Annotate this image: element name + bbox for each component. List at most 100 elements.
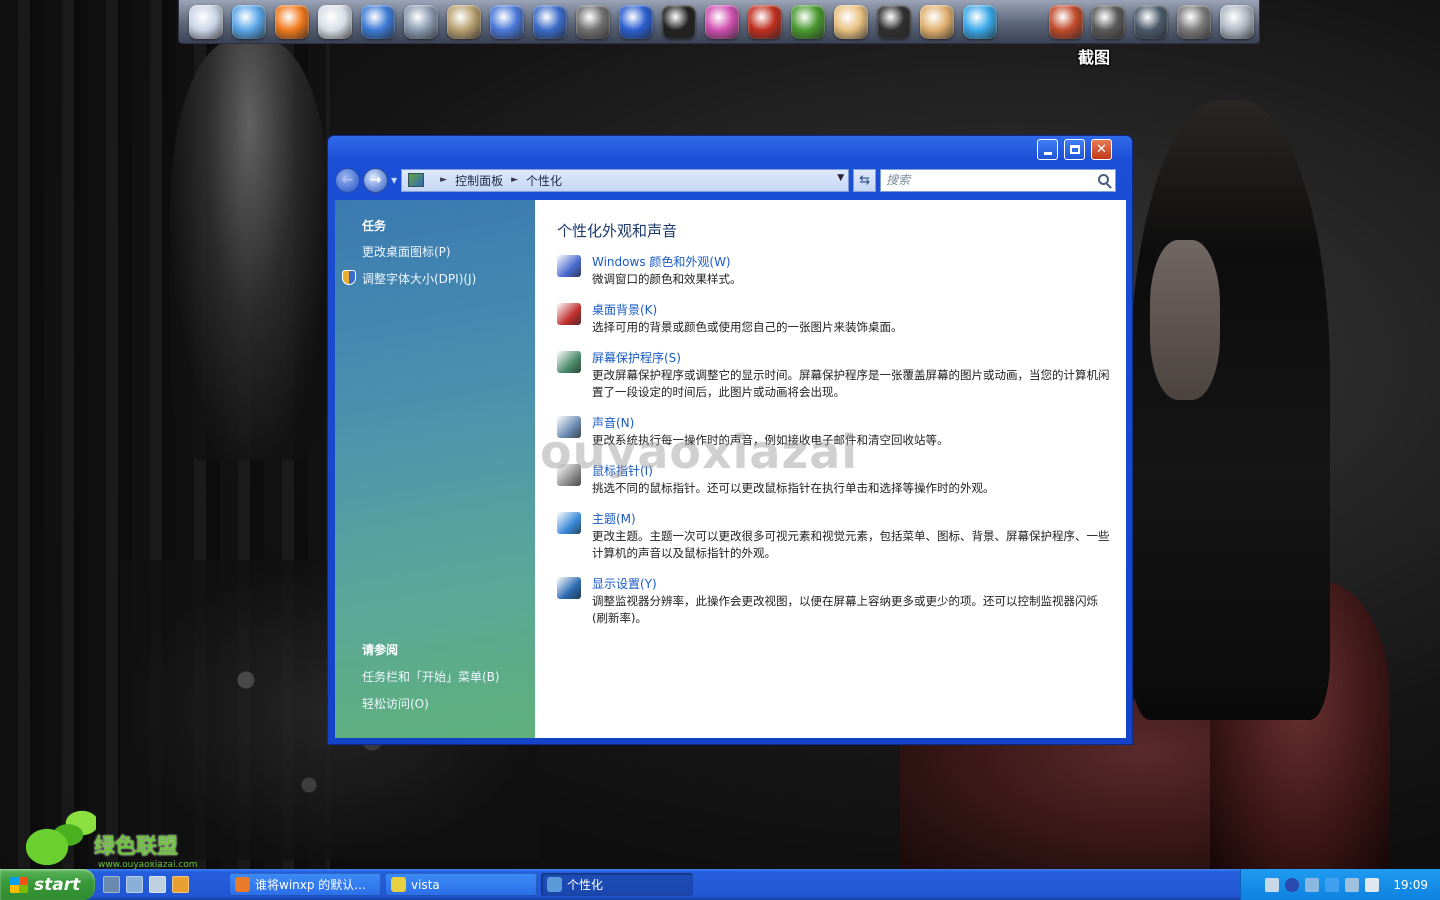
- task-label: 个性化: [567, 878, 604, 892]
- graph-icon: [747, 4, 782, 39]
- adjust-font-size-link[interactable]: 调整字体大小(DPI)(J): [362, 270, 476, 287]
- microphone-icon: [318, 4, 353, 39]
- dock-item[interactable]: [271, 2, 314, 42]
- item-link[interactable]: 显示设置(Y): [592, 575, 1126, 593]
- quick-launch-window-icon[interactable]: [149, 876, 166, 893]
- task-app-icon: [391, 877, 406, 892]
- wallpaper-figure-right: [1130, 100, 1330, 720]
- address-dropdown-icon[interactable]: ▼: [837, 173, 844, 183]
- dock-item[interactable]: [228, 2, 271, 42]
- recent-pages-dropdown-icon[interactable]: ▼: [391, 176, 397, 185]
- volume-icon[interactable]: [1365, 877, 1380, 892]
- item-icon[interactable]: [557, 255, 581, 277]
- item-link[interactable]: 桌面背景(K): [592, 301, 1126, 319]
- close-button[interactable]: ✕: [1091, 139, 1112, 160]
- close-icon: ✕: [1096, 142, 1107, 157]
- books-icon: [447, 4, 482, 39]
- dock-item[interactable]: [1130, 2, 1173, 42]
- dock-item[interactable]: [1173, 2, 1216, 42]
- dock-item[interactable]: [1087, 2, 1130, 42]
- minimize-button[interactable]: [1037, 139, 1058, 160]
- dock-item[interactable]: [486, 2, 529, 42]
- dock-item[interactable]: [1216, 2, 1259, 42]
- item-link[interactable]: 声音(N): [592, 414, 1126, 432]
- quick-launch-app-icon[interactable]: [172, 876, 189, 893]
- back-button[interactable]: ←: [335, 167, 360, 193]
- ease-of-access-link[interactable]: 轻松访问(O): [362, 695, 429, 712]
- control-panel-icon: [408, 173, 425, 187]
- address-bar[interactable]: ► 控制面板 ► 个性化 ▼: [401, 168, 850, 192]
- item-icon[interactable]: [557, 512, 581, 534]
- refresh-button[interactable]: ⇆: [853, 168, 877, 192]
- dock-item[interactable]: [786, 2, 829, 42]
- task-pane: 任务 更改桌面图标(P) 调整字体大小(DPI)(J) 请参阅 任务栏和「开始」…: [335, 200, 535, 738]
- keyboard-icon[interactable]: [1265, 877, 1280, 892]
- item-icon[interactable]: [557, 351, 581, 373]
- window-controls: ✕: [1037, 139, 1112, 160]
- dock-item[interactable]: [357, 2, 400, 42]
- wallpaper-figure-shoulder: [1150, 240, 1220, 400]
- dock-item[interactable]: [915, 2, 958, 42]
- arrow-left-icon: ←: [341, 172, 354, 188]
- dock-item[interactable]: [185, 2, 228, 42]
- taskbar-button[interactable]: 个性化: [541, 873, 693, 896]
- personalization-item: 桌面背景(K) 选择可用的背景或颜色或使用您自己的一张图片来装饰桌面。: [557, 301, 1126, 336]
- breadcrumb-separator-icon[interactable]: ►: [511, 175, 518, 185]
- quick-launch-desktop-icon[interactable]: [103, 876, 120, 893]
- quick-launch-monitor-icon[interactable]: [126, 876, 143, 893]
- dock-item[interactable]: [872, 2, 915, 42]
- dock-item[interactable]: [1044, 2, 1087, 42]
- breadcrumb-personalization[interactable]: 个性化: [526, 172, 562, 189]
- taskbar-button[interactable]: 谁将winxp 的默认...: [229, 873, 381, 896]
- bluetooth-tray-icon[interactable]: [1325, 877, 1340, 892]
- dock-item[interactable]: [958, 2, 1001, 42]
- start-button[interactable]: start: [0, 869, 95, 900]
- taskbar-button[interactable]: vista: [385, 873, 537, 896]
- taskbar: start 谁将winxp 的默认... vista 个性化 19:09: [0, 869, 1440, 900]
- finder-icon: [189, 4, 224, 39]
- diamond-icon: [962, 4, 997, 39]
- clock[interactable]: 19:09: [1393, 878, 1428, 892]
- dock-item[interactable]: [1001, 2, 1044, 42]
- item-icon[interactable]: [557, 577, 581, 599]
- dock-item[interactable]: [314, 2, 357, 42]
- item-icon[interactable]: [557, 464, 581, 486]
- item-link[interactable]: 屏幕保护程序(S): [592, 349, 1126, 367]
- taskbar-start-menu-link[interactable]: 任务栏和「开始」菜单(B): [362, 668, 500, 685]
- personalization-item: 鼠标指针(I) 挑选不同的鼠标指针。还可以更改鼠标指针在执行单击和选择等操作时的外…: [557, 462, 1126, 497]
- main-content: 个性化外观和声音 Windows 颜色和外观(W) 微调窗口的颜色和效果样式。 桌面…: [535, 200, 1126, 738]
- dock-item[interactable]: [615, 2, 658, 42]
- personalization-item: 主题(M) 更改主题。主题一次可以更改很多可视元素和视觉元素，包括菜单、图标、背景…: [557, 510, 1126, 562]
- change-desktop-icons-link[interactable]: 更改桌面图标(P): [362, 243, 451, 260]
- dock-item[interactable]: [529, 2, 572, 42]
- item-description: 更改主题。主题一次可以更改很多可视元素和视觉元素，包括菜单、图标、背景、屏幕保护…: [592, 529, 1110, 560]
- maximize-button[interactable]: [1064, 139, 1085, 160]
- task-label: vista: [411, 877, 440, 892]
- item-description: 挑选不同的鼠标指针。还可以更改鼠标指针在执行单击和选择等操作时的外观。: [592, 481, 995, 495]
- item-icon[interactable]: [557, 303, 581, 325]
- item-link[interactable]: 主题(M): [592, 510, 1126, 528]
- firefox-icon: [275, 4, 310, 39]
- dock-item[interactable]: [443, 2, 486, 42]
- quick-launch: [103, 876, 189, 893]
- dock-item[interactable]: [657, 2, 700, 42]
- forward-button[interactable]: →: [363, 167, 388, 193]
- breadcrumb-separator-icon[interactable]: ►: [440, 175, 447, 185]
- dock-item[interactable]: [743, 2, 786, 42]
- search-icon[interactable]: [1098, 173, 1110, 185]
- dock-item[interactable]: [400, 2, 443, 42]
- task-app-icon: [547, 877, 562, 892]
- network-icon[interactable]: [1345, 877, 1360, 892]
- item-icon[interactable]: [557, 416, 581, 438]
- qq-penguin-icon: [661, 4, 696, 39]
- search-input[interactable]: [886, 173, 1092, 187]
- dock-item[interactable]: [829, 2, 872, 42]
- breadcrumb-control-panel[interactable]: 控制面板: [455, 172, 503, 189]
- help-icon[interactable]: [1285, 877, 1300, 892]
- item-link[interactable]: 鼠标指针(I): [592, 462, 1126, 480]
- media-player-icon: [1048, 4, 1083, 39]
- show-hidden-icons-icon[interactable]: [1305, 877, 1320, 892]
- dock-item[interactable]: [572, 2, 615, 42]
- item-link[interactable]: Windows 颜色和外观(W): [592, 253, 1126, 271]
- dock-item[interactable]: [700, 2, 743, 42]
